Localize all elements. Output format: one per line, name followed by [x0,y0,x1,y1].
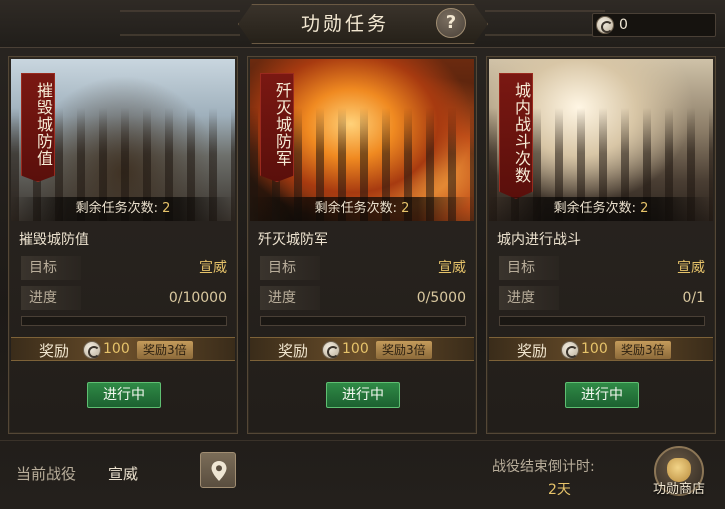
target-label: 目标 [260,256,320,280]
page-title: 功勋任务 [300,13,389,35]
progress-value: 0/1 [682,290,705,306]
merit-task-window: 功勋任务 ? 0 摧毁城防值 剩余任务次数: 2 摧毁城防值 目标 宣威 进度 … [0,0,725,509]
merit-coin-icon [596,16,614,34]
remaining-label: 剩余任务次数: [314,201,397,216]
campaign-countdown-label: 战役结束倒计时: [492,459,595,475]
task-card: 摧毁城防值 剩余任务次数: 2 摧毁城防值 目标 宣威 进度 0/10000 奖… [8,56,238,434]
target-row: 目标 宣威 [21,256,227,280]
header-bar: 功勋任务 ? 0 [0,0,725,48]
remaining-label: 剩余任务次数: [75,201,158,216]
target-label: 目标 [499,256,559,280]
progress-label: 进度 [499,286,559,310]
progress-label: 进度 [260,286,320,310]
merit-coin-icon [83,341,101,359]
map-pin-icon [211,461,227,481]
remaining-value: 2 [401,201,410,216]
header-ornament-right [485,10,605,36]
progress-bar [21,316,227,326]
task-artwork-fire: 歼灭城防军 剩余任务次数: 2 [250,59,474,221]
footer-divider [0,440,725,441]
progress-value: 0/10000 [168,290,227,306]
merit-shop-label: 功勋商店 [652,482,705,497]
progress-value: 0/5000 [416,290,466,306]
task-name: 摧毁城防值 [19,232,89,248]
task-card: 歼灭城防军 剩余任务次数: 2 歼灭城防军 目标 宣威 进度 0/5000 奖励… [247,56,477,434]
target-row: 目标 宣威 [499,256,705,280]
progress-bar [260,316,466,326]
target-value: 宣威 [199,260,227,276]
progress-row: 进度 0/10000 [21,286,227,310]
remaining-count: 剩余任务次数: 2 [250,197,474,221]
task-artwork-street-battle: 城内战斗次数 剩余任务次数: 2 [489,59,713,221]
merit-coin-icon [322,341,340,359]
task-name: 城内进行战斗 [497,232,581,248]
remaining-value: 2 [162,201,171,216]
task-card: 城内战斗次数 剩余任务次数: 2 城内进行战斗 目标 宣威 进度 0/1 奖励 … [486,56,716,434]
progress-row: 进度 0/5000 [260,286,466,310]
progress-label: 进度 [21,286,81,310]
task-banner: 摧毁城防值 [21,73,55,182]
merit-currency-value: 0 [619,17,628,33]
help-button[interactable]: ? [436,8,466,38]
progress-bar [499,316,705,326]
reward-bar: 奖励 100 奖励3倍 [11,337,235,361]
task-artwork-siege: 摧毁城防值 剩余任务次数: 2 [11,59,235,221]
header-ornament-left [120,10,240,36]
merit-coin-icon [561,341,579,359]
current-campaign-label: 当前战役 [16,465,77,483]
reward-bar: 奖励 100 奖励3倍 [250,337,474,361]
target-value: 宣威 [677,260,705,276]
campaign-countdown-value: 2天 [548,482,571,498]
reward-label: 奖励 [39,342,70,360]
reward-bar: 奖励 100 奖励3倍 [489,337,713,361]
task-banner: 城内战斗次数 [499,73,533,199]
in-progress-button[interactable]: 进行中 [87,382,161,408]
reward-multiplier-badge: 奖励3倍 [137,341,193,359]
remaining-label: 剩余任务次数: [553,201,636,216]
reward-label: 奖励 [278,342,309,360]
remaining-count: 剩余任务次数: 2 [11,197,235,221]
target-row: 目标 宣威 [260,256,466,280]
in-progress-button[interactable]: 进行中 [565,382,639,408]
reward-amount: 100 [342,341,369,357]
task-name: 歼灭城防军 [258,232,328,248]
map-location-button[interactable] [200,452,236,488]
progress-row: 进度 0/1 [499,286,705,310]
reward-label: 奖励 [517,342,548,360]
target-value: 宣威 [438,260,466,276]
reward-amount: 100 [581,341,608,357]
in-progress-button[interactable]: 进行中 [326,382,400,408]
reward-amount: 100 [103,341,130,357]
reward-multiplier-badge: 奖励3倍 [376,341,432,359]
target-label: 目标 [21,256,81,280]
remaining-value: 2 [640,201,649,216]
merit-currency-display: 0 [592,13,716,37]
task-banner: 歼灭城防军 [260,73,294,182]
merit-shop-button[interactable]: 功勋商店 [648,446,710,504]
current-campaign-value: 宣威 [108,465,139,483]
reward-multiplier-badge: 奖励3倍 [615,341,671,359]
remaining-count: 剩余任务次数: 2 [489,197,713,221]
